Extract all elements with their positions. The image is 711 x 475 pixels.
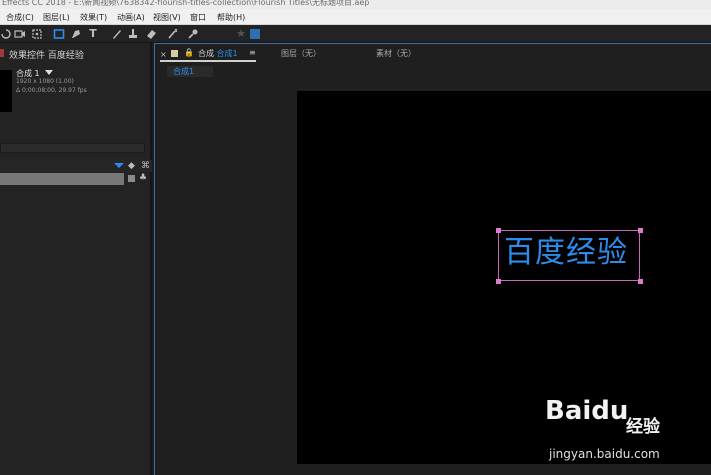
effect-controls-header: 效果控件 百度经验: [0, 47, 152, 61]
menu-effect[interactable]: 效果(T): [80, 12, 107, 23]
project-search-input[interactable]: [0, 143, 145, 153]
menu-layer[interactable]: 图层(L): [43, 12, 70, 23]
transform-handle[interactable]: [496, 228, 501, 233]
tab-composition-name: 合成1: [216, 49, 238, 58]
transform-handle[interactable]: [638, 279, 643, 284]
label-tag-icon[interactable]: ◆: [128, 161, 135, 171]
pen-tool-icon[interactable]: [70, 28, 82, 40]
breadcrumb: 合成1: [155, 64, 711, 78]
composition-resolution: 1920 x 1080 (1.00): [16, 78, 74, 85]
composition-duration: Δ 0;00;08;00, 29.97 fps: [16, 87, 87, 94]
transform-handle[interactable]: [638, 228, 643, 233]
menu-help[interactable]: 帮助(H): [217, 12, 245, 23]
window-title-bar: Effects CC 2018 - E:\新闻视频\7638342-flouri…: [0, 0, 711, 9]
menu-animation[interactable]: 动画(A): [117, 12, 145, 23]
brush-tool-icon[interactable]: [111, 28, 123, 40]
close-icon[interactable]: ×: [160, 50, 167, 59]
menu-composition[interactable]: 合成(C): [6, 12, 34, 23]
flowchart-icon[interactable]: ⌘: [141, 161, 150, 171]
tab-footage[interactable]: 素材（无）: [376, 48, 416, 59]
rectangle-tool-icon[interactable]: [53, 28, 65, 40]
project-item-row[interactable]: [0, 173, 124, 185]
menu-window[interactable]: 窗口: [190, 12, 206, 23]
menu-icon[interactable]: ≡: [249, 48, 256, 57]
watermark-url: jingyan.baidu.com: [549, 447, 660, 461]
clone-stamp-tool-icon[interactable]: [127, 28, 139, 40]
effect-controls-panel: 效果控件 百度经验 合成 1 1920 x 1080 (1.00) Δ 0;00…: [0, 43, 152, 475]
active-tab-indicator: [160, 60, 256, 62]
rotate-tool-icon[interactable]: [0, 28, 12, 40]
pan-behind-tool-icon[interactable]: [31, 28, 43, 40]
lock-icon[interactable]: 🔒: [184, 48, 194, 57]
star-icon: ★: [236, 27, 246, 40]
snapping-toggle-icon[interactable]: [249, 28, 261, 40]
puppet-pin-tool-icon[interactable]: [187, 28, 199, 40]
tab-layer[interactable]: 图层（无）: [281, 48, 321, 59]
transform-handle[interactable]: [496, 279, 501, 284]
menu-view[interactable]: 视图(V): [153, 12, 181, 23]
composition-viewer[interactable]: 百度经验: [297, 91, 711, 464]
tab-composition[interactable]: 合成 合成1: [198, 48, 238, 59]
eraser-tool-icon[interactable]: [145, 28, 157, 40]
text-layer[interactable]: 百度经验: [504, 233, 628, 273]
watermark-brand-cn: 经验: [626, 417, 660, 437]
chevron-down-icon[interactable]: [114, 163, 124, 168]
type-tool-icon[interactable]: T: [87, 28, 99, 40]
project-columns-bar: ◆ ⌘: [0, 160, 152, 172]
composition-thumbnail: [0, 70, 12, 112]
watermark-logo: Baidu: [545, 396, 628, 426]
camera-tool-icon[interactable]: [14, 28, 26, 40]
text-layer-bounding-box[interactable]: 百度经验: [498, 230, 640, 281]
tree-icon[interactable]: ♣: [139, 173, 147, 183]
tools-toolbar: T ★: [0, 25, 711, 43]
breadcrumb-composition[interactable]: 合成1: [167, 66, 213, 77]
tab-composition-prefix: 合成: [198, 49, 214, 58]
composition-color-icon: [171, 50, 178, 57]
chevron-down-icon[interactable]: [45, 70, 53, 75]
panel-close-icon[interactable]: [0, 49, 4, 57]
roto-brush-tool-icon[interactable]: [167, 28, 179, 40]
watermark-brand: Baidu: [545, 396, 629, 426]
color-label-icon[interactable]: [128, 175, 135, 182]
window-title: Effects CC 2018 - E:\新闻视频\7638342-flouri…: [2, 0, 370, 7]
composition-tabs: × 🔒 合成 合成1 ≡ 图层（无） 素材（无）: [155, 44, 711, 62]
menu-bar: 合成(C) 图层(L) 效果(T) 动画(A) 视图(V) 窗口 帮助(H): [0, 9, 711, 25]
effect-controls-title[interactable]: 效果控件 百度经验: [9, 48, 84, 61]
